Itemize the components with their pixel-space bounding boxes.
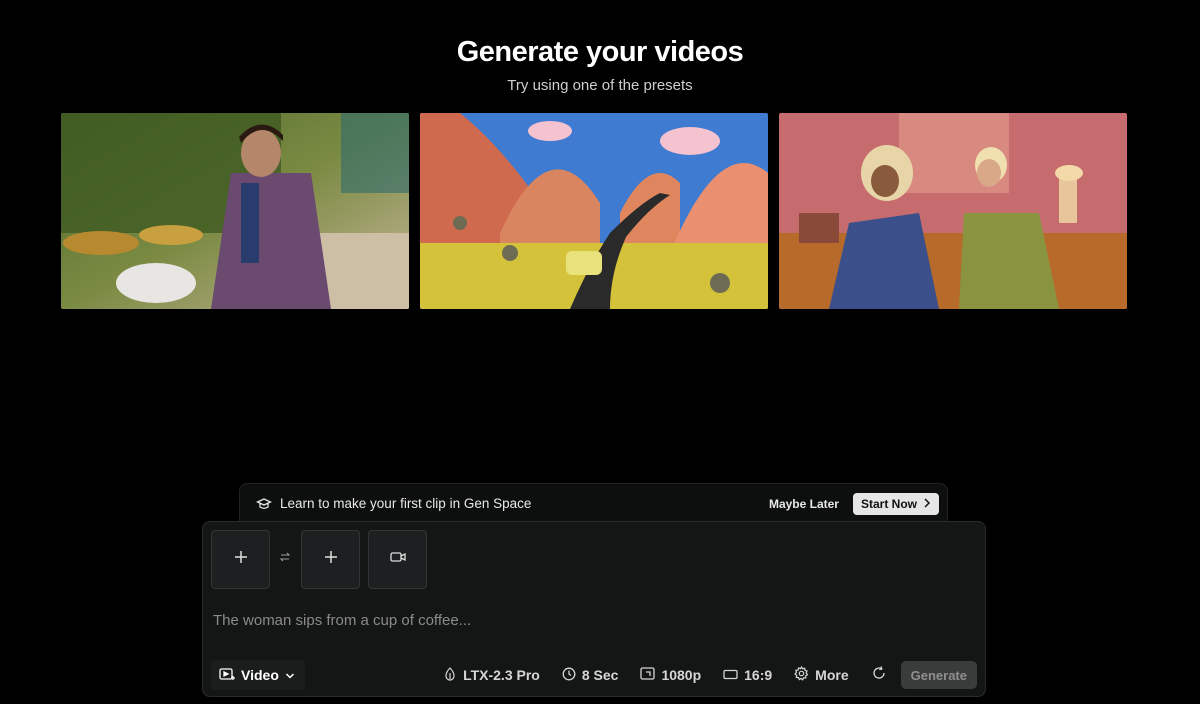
plus-icon [324,550,338,569]
drummer-thumbnail [61,113,409,309]
prompt-composer: Video LTX-2.3 Pro 8 Sec [202,521,986,697]
maybe-later-button[interactable]: Maybe Later [769,497,839,511]
preset-two-women[interactable] [779,113,1127,309]
plus-icon [234,550,248,569]
banner-text: Learn to make your first clip in Gen Spa… [280,496,532,511]
video-sparkle-icon [219,667,235,684]
road-hills-thumbnail [420,113,768,309]
model-selector[interactable]: LTX-2.3 Pro [443,666,540,684]
resolution-icon [640,667,656,683]
duration-label: 8 Sec [581,667,619,683]
gear-icon [794,665,809,684]
preset-road-hills[interactable] [420,113,768,309]
clock-icon [562,667,576,684]
aspect-ratio-icon [723,667,738,683]
duration-selector[interactable]: 8 Sec [562,667,619,684]
onboarding-banner: Learn to make your first clip in Gen Spa… [239,483,948,523]
start-now-label: Start Now [860,496,917,511]
page-title: Generate your videos [456,36,744,68]
mode-dropdown[interactable]: Video [211,660,305,690]
prompt-input[interactable] [213,600,973,640]
aspect-ratio-label: 16:9 [744,667,773,683]
chevron-right-icon [923,497,931,511]
add-video-reference-button[interactable] [368,530,427,589]
resolution-label: 1080p [661,667,702,683]
composer-toolbar: Video LTX-2.3 Pro 8 Sec 1080p 16:9 More … [211,660,977,690]
refresh-icon [871,665,887,686]
add-end-frame-button[interactable] [301,530,360,589]
model-icon [443,666,457,684]
resolution-selector[interactable]: 1080p [640,667,701,683]
refresh-button[interactable] [871,665,889,686]
two-women-thumbnail [779,113,1127,309]
swap-icon [279,550,291,568]
add-start-frame-button[interactable] [211,530,270,589]
more-settings-button[interactable]: More [794,665,849,684]
mode-label: Video [241,667,279,683]
start-now-button[interactable]: Start Now [852,492,939,515]
swap-frames-button[interactable] [277,551,293,567]
generate-button[interactable]: Generate [900,661,977,689]
graduation-cap-icon [256,496,272,512]
model-label: LTX-2.3 Pro [463,667,540,683]
preset-drummer[interactable] [61,113,409,309]
aspect-ratio-selector[interactable]: 16:9 [723,667,772,683]
page-subtitle: Try using one of the presets [507,77,693,94]
more-label: More [815,667,849,683]
chevron-down-icon [285,667,295,683]
preset-gallery [61,113,1127,309]
video-camera-icon [389,550,406,569]
